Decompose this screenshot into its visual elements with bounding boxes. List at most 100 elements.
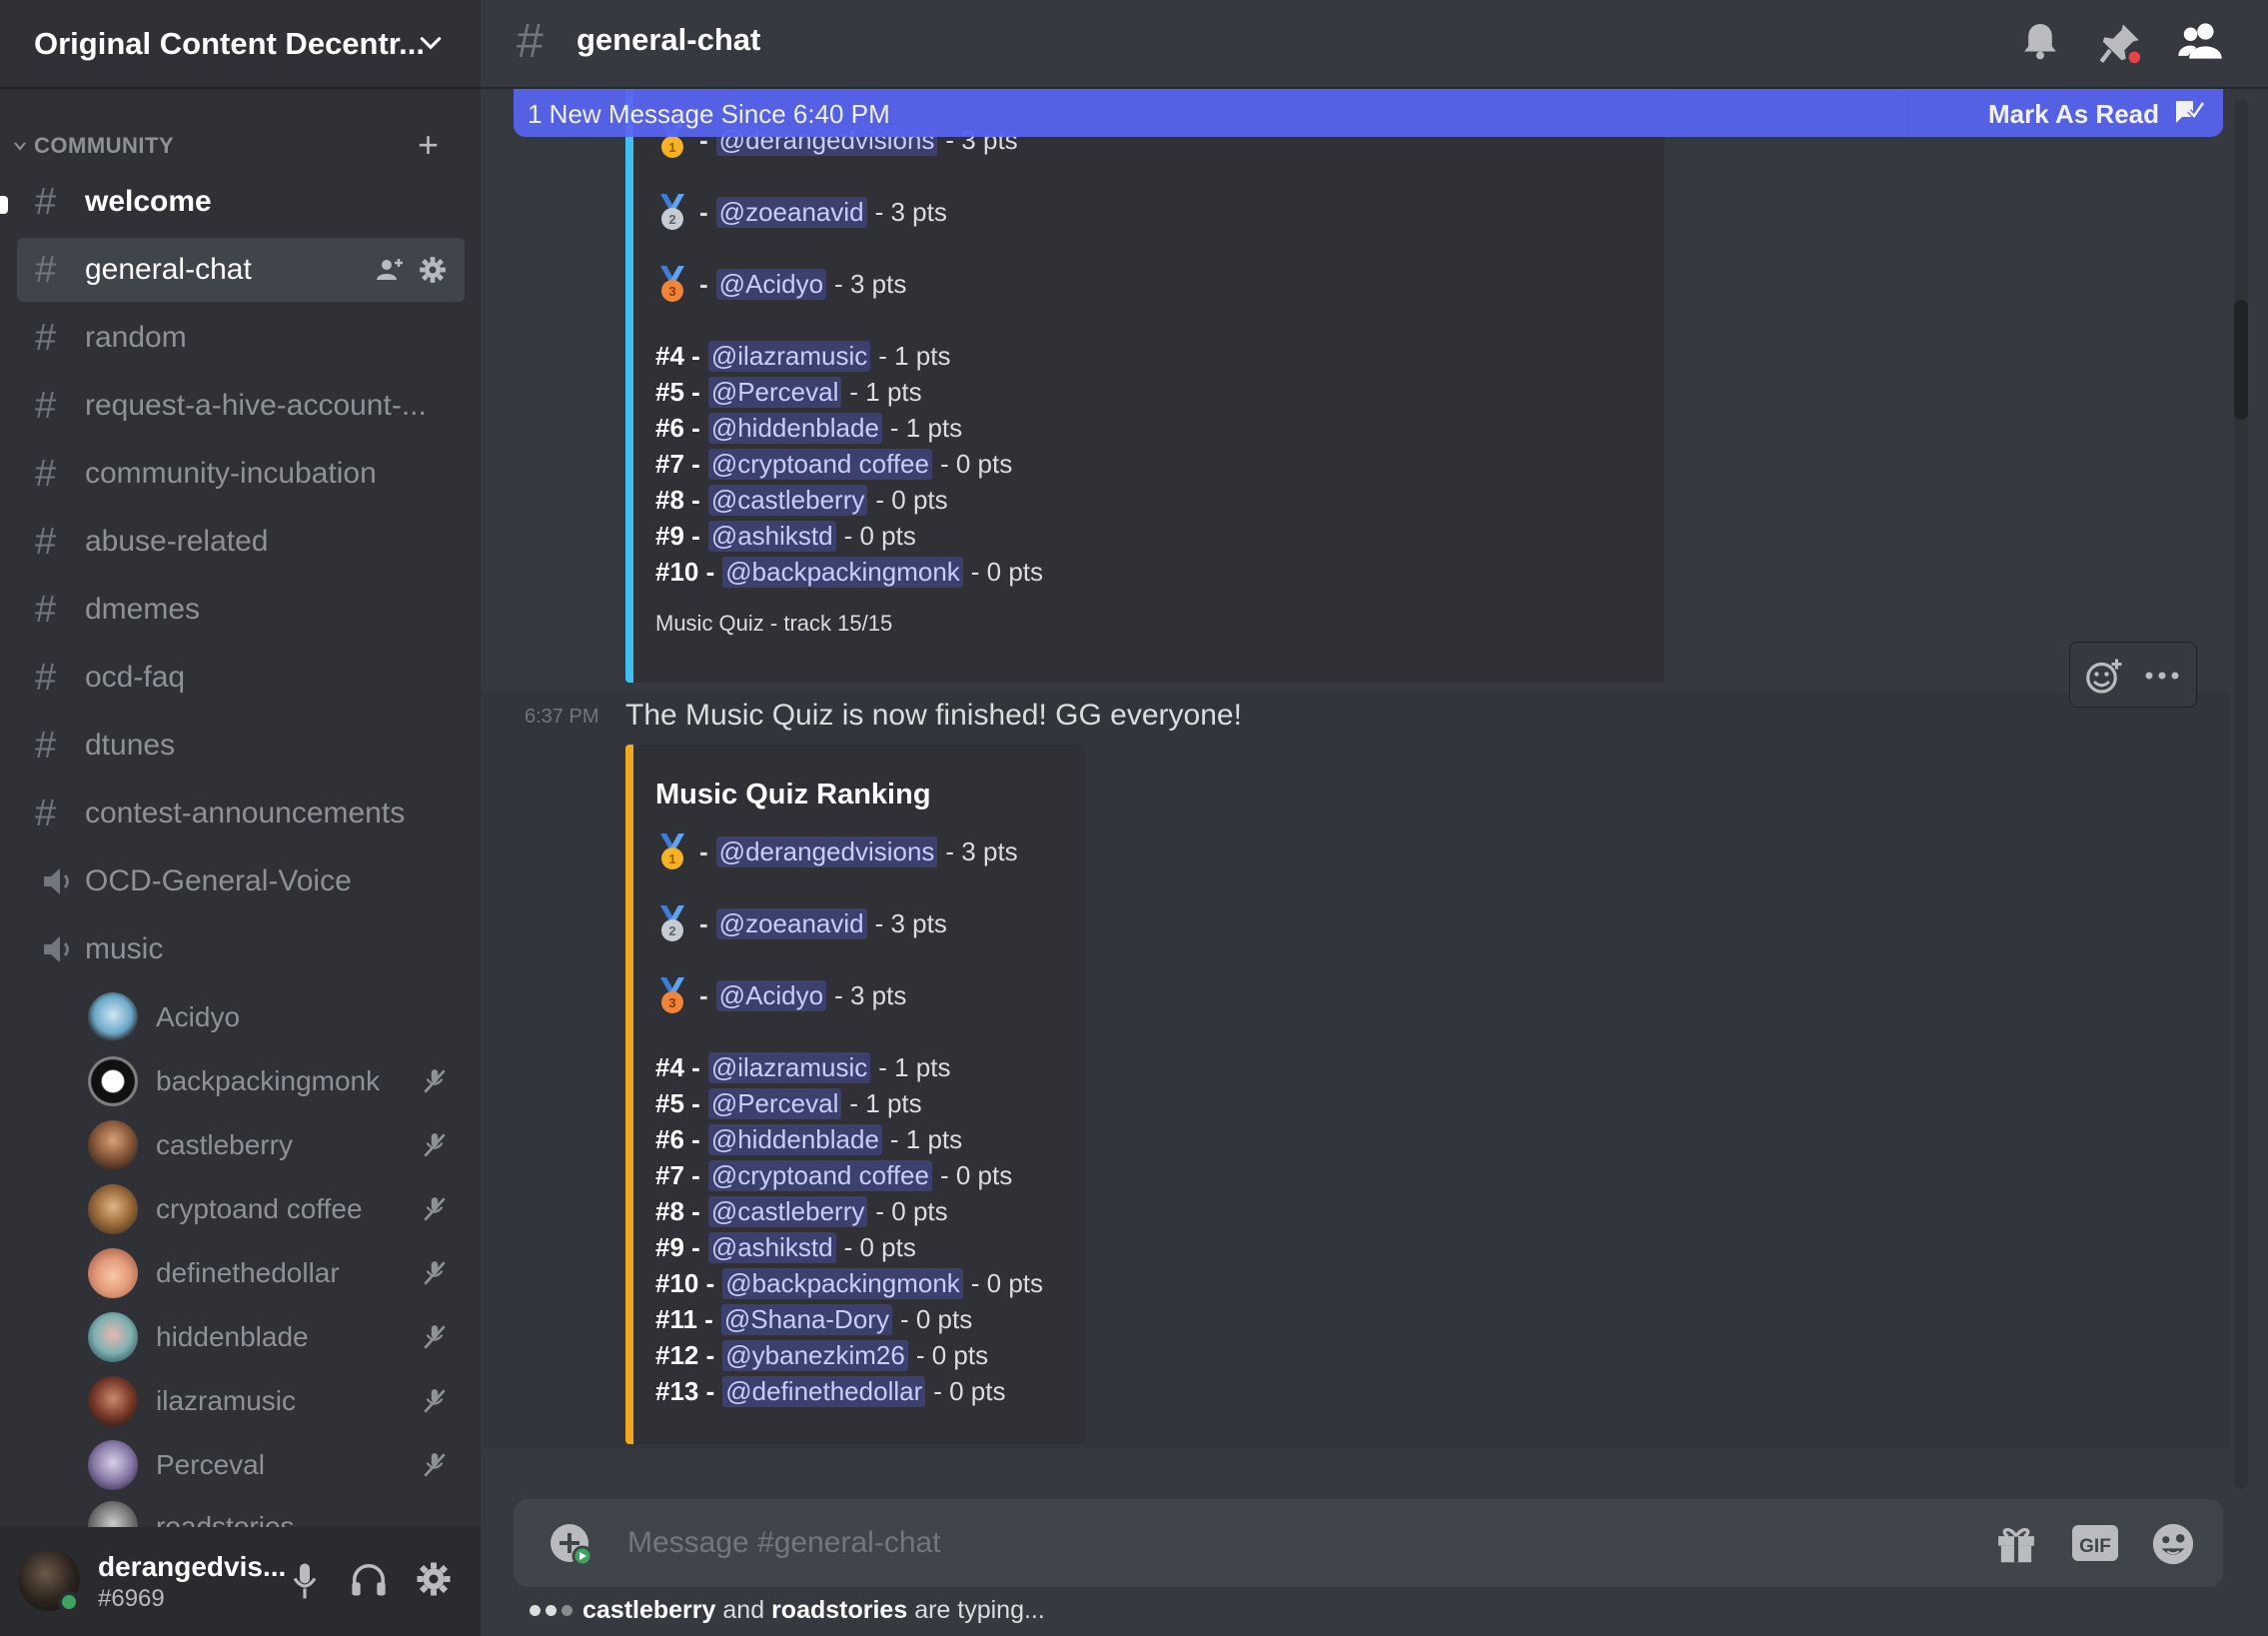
separator: - bbox=[699, 979, 708, 1010]
emoji-icon[interactable] bbox=[2150, 1521, 2196, 1567]
rank-label: #9 - bbox=[655, 520, 700, 551]
user-mention[interactable]: @Perceval bbox=[707, 376, 842, 408]
chevron-down-icon bbox=[14, 142, 26, 151]
mic-muted-icon bbox=[424, 1069, 446, 1093]
avatar bbox=[88, 1056, 138, 1106]
ranking-row: #12 - @ybanezkim26- 0 pts bbox=[655, 1338, 988, 1372]
chevron-down-icon bbox=[420, 37, 442, 50]
channel-random[interactable]: # random bbox=[17, 306, 465, 370]
user-mention[interactable]: @cryptoand coffee bbox=[707, 448, 932, 480]
points: - 0 pts bbox=[843, 1231, 916, 1262]
channel-abuse-related[interactable]: # abuse-related bbox=[17, 510, 465, 574]
channel-contest-announcements[interactable]: # contest-announcements bbox=[17, 782, 465, 845]
user-mention[interactable]: @Acidyo bbox=[715, 268, 827, 300]
voice-user[interactable]: roadstories bbox=[88, 1501, 468, 1527]
channel-general-chat[interactable]: # general-chat bbox=[17, 238, 465, 302]
user-panel: derangedvis... #6969 bbox=[0, 1527, 481, 1636]
points: - 0 pts bbox=[939, 448, 1013, 479]
add-reaction-icon[interactable] bbox=[2084, 657, 2124, 697]
ranking-row: 1 - @derangedvisions - 3 pts bbox=[655, 833, 1018, 869]
mark-read-icon[interactable] bbox=[2173, 97, 2205, 127]
scrollbar-thumb[interactable] bbox=[2234, 300, 2248, 420]
user-mention[interactable]: @zoeanavid bbox=[715, 907, 867, 939]
user-mention[interactable]: @ashikstd bbox=[707, 520, 836, 552]
ranking-row: #9 - @ashikstd - 0 pts bbox=[655, 519, 916, 553]
user-mention[interactable]: @derangedvisions bbox=[715, 835, 938, 867]
voice-user[interactable]: castleberry bbox=[88, 1117, 468, 1173]
username[interactable]: derangedvis... bbox=[98, 1551, 286, 1583]
new-messages-bar[interactable]: 1 New Message Since 6:40 PM Mark As Read bbox=[514, 89, 2223, 137]
gif-icon[interactable]: GIF bbox=[2070, 1521, 2120, 1565]
server-header[interactable]: Original Content Decentr... bbox=[0, 0, 481, 89]
voice-user[interactable]: ilazramusic bbox=[88, 1373, 468, 1429]
voice-user[interactable]: definethedollar bbox=[88, 1245, 468, 1301]
user-mention[interactable]: @ashikstd bbox=[707, 1231, 836, 1263]
user-mention[interactable]: @backpackingmonk bbox=[722, 1267, 963, 1299]
headphones-icon[interactable] bbox=[350, 1561, 388, 1599]
quiz-ranking-embed: Music Quiz Ranking 1 - @derangedvisions … bbox=[625, 745, 1085, 1444]
user-mention[interactable]: @ilazramusic bbox=[707, 1051, 871, 1083]
pin-icon[interactable] bbox=[2097, 20, 2143, 66]
invite-people-icon[interactable] bbox=[375, 256, 405, 284]
category-community[interactable]: COMMUNITY + bbox=[0, 126, 481, 166]
typing-conjunction: and bbox=[722, 1595, 765, 1624]
microphone-icon[interactable] bbox=[290, 1561, 320, 1601]
rank-label: #11 - bbox=[655, 1303, 713, 1334]
svg-text:1: 1 bbox=[668, 851, 675, 866]
svg-text:2: 2 bbox=[668, 212, 675, 227]
bell-icon[interactable] bbox=[2019, 20, 2061, 62]
user-mention[interactable]: @Perceval bbox=[707, 1087, 842, 1119]
add-channel-icon[interactable]: + bbox=[418, 127, 439, 163]
more-options-icon[interactable] bbox=[2144, 671, 2180, 681]
channel-dtunes[interactable]: # dtunes bbox=[17, 714, 465, 778]
channel-name: music bbox=[85, 932, 164, 965]
user-mention[interactable]: @ilazramusic bbox=[707, 340, 871, 372]
message-composer: GIF bbox=[514, 1499, 2223, 1587]
user-mention[interactable]: @cryptoand coffee bbox=[707, 1159, 932, 1191]
channel-community-incubation[interactable]: # community-incubation bbox=[17, 442, 465, 506]
user-mention[interactable]: @castleberry bbox=[707, 484, 868, 516]
user-mention[interactable]: @Acidyo bbox=[715, 979, 827, 1011]
voice-channel-ocd-general[interactable]: OCD-General-Voice bbox=[17, 849, 465, 913]
message-input[interactable] bbox=[625, 1517, 1824, 1569]
user-mention[interactable]: @ybanezkim26 bbox=[722, 1339, 908, 1371]
channel-welcome[interactable]: # welcome bbox=[17, 170, 465, 234]
speaker-icon bbox=[44, 936, 69, 962]
voice-user[interactable]: backpackingmonk bbox=[88, 1053, 468, 1109]
user-mention[interactable]: @hiddenblade bbox=[707, 1123, 882, 1155]
typing-suffix: are typing... bbox=[914, 1595, 1045, 1624]
typing-dot-icon bbox=[562, 1604, 572, 1616]
voice-user[interactable]: Perceval bbox=[88, 1437, 468, 1493]
points: - 0 pts bbox=[875, 484, 948, 515]
mic-muted-icon bbox=[424, 1197, 446, 1221]
member-list-icon[interactable] bbox=[2177, 20, 2223, 62]
message-list: 1 - @derangedvisions - 3 pts 2 - @zoeana… bbox=[481, 89, 2229, 1448]
user-mention[interactable]: @castleberry bbox=[707, 1195, 868, 1227]
message-actions-toolbar bbox=[2069, 642, 2197, 708]
voice-user[interactable]: Acidyo bbox=[88, 989, 468, 1045]
channel-ocd-faq[interactable]: # ocd-faq bbox=[17, 646, 465, 710]
voice-channel-music[interactable]: music bbox=[17, 917, 465, 981]
gear-icon[interactable] bbox=[416, 1561, 452, 1597]
rank-label: #13 - bbox=[655, 1375, 715, 1406]
channel-name: dtunes bbox=[85, 729, 176, 762]
ranking-row: #13 - @definethedollar - 0 pts bbox=[655, 1374, 1005, 1408]
channel-request-a-hive-account[interactable]: # request-a-hive-account-... bbox=[17, 374, 465, 438]
voice-user[interactable]: cryptoand coffee bbox=[88, 1181, 468, 1237]
user-mention[interactable]: @zoeanavid bbox=[715, 196, 867, 228]
channel-dmemes[interactable]: # dmemes bbox=[17, 578, 465, 642]
user-mention[interactable]: @backpackingmonk bbox=[722, 556, 963, 588]
ranking-row: 2 - @zoeanavid - 3 pts bbox=[655, 194, 947, 230]
user-mention[interactable]: @hiddenblade bbox=[707, 412, 882, 444]
svg-text:GIF: GIF bbox=[2079, 1536, 2111, 1557]
channel-name: OCD-General-Voice bbox=[85, 864, 352, 897]
gift-icon[interactable] bbox=[1994, 1521, 2038, 1565]
upload-attachment-icon[interactable] bbox=[548, 1521, 595, 1569]
mark-as-read-button[interactable]: Mark As Read bbox=[1988, 99, 2159, 130]
mic-muted-icon bbox=[424, 1389, 446, 1413]
channel-name: general-chat bbox=[85, 253, 252, 286]
gear-icon[interactable] bbox=[419, 256, 447, 284]
user-mention[interactable]: @Shana-Dory bbox=[720, 1303, 892, 1335]
user-mention[interactable]: @definethedollar bbox=[722, 1375, 926, 1407]
voice-user[interactable]: hiddenblade bbox=[88, 1309, 468, 1365]
